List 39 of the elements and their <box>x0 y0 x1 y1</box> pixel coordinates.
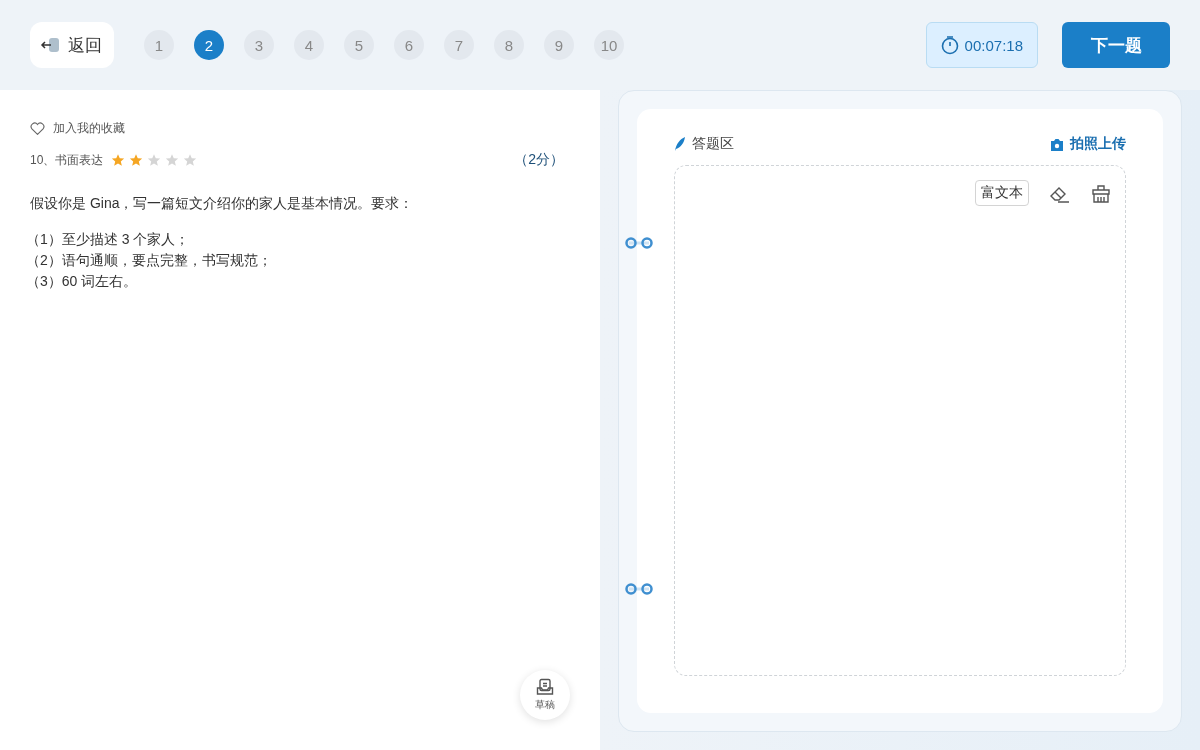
back-button[interactable]: 返回 <box>30 22 114 68</box>
question-number-button[interactable]: 1 <box>144 30 174 60</box>
timer: 00:07:18 <box>925 22 1038 68</box>
question-number-button[interactable]: 6 <box>394 30 424 60</box>
question-prompt: 假设你是 Gina，写一篇短文介绍你的家人是基本情况。要求： <box>30 195 415 213</box>
question-number-button[interactable]: 9 <box>544 30 574 60</box>
favorite-link[interactable]: 加入我的收藏 <box>53 120 125 137</box>
back-arrow-icon <box>40 36 60 54</box>
heart-icon[interactable] <box>30 122 45 135</box>
binder-ring-icon <box>625 237 653 249</box>
question-number-button[interactable]: 8 <box>494 30 524 60</box>
binder-ring-icon <box>625 583 653 595</box>
stopwatch-icon <box>940 35 959 55</box>
rich-text-button[interactable]: 富文本 <box>975 180 1029 206</box>
draft-tray-icon <box>536 678 554 696</box>
requirement-text: （2）语句通顺，要点完整，书写规范； <box>26 251 273 270</box>
photo-upload-button[interactable]: 拍照上传 <box>1050 135 1126 153</box>
camera-icon <box>1050 137 1064 151</box>
star-icon <box>111 153 126 167</box>
brush-icon[interactable] <box>1091 184 1111 204</box>
question-number-button[interactable]: 10 <box>594 30 624 60</box>
draft-button[interactable]: 草稿 <box>520 670 570 720</box>
question-number-button[interactable]: 2 <box>194 30 224 60</box>
question-number-button[interactable]: 4 <box>294 30 324 60</box>
requirement-text: （1）至少描述 3 个家人； <box>26 230 191 249</box>
requirement-text: （3）60 词左右。 <box>26 272 139 291</box>
feather-icon <box>674 137 686 151</box>
star-icon <box>129 153 144 167</box>
question-title: 10、书面表达 <box>30 151 104 169</box>
answer-area-title: 答题区 <box>692 135 734 153</box>
question-number-button[interactable]: 5 <box>344 30 374 60</box>
next-question-button[interactable]: 下一题 <box>1062 22 1170 68</box>
star-icon <box>165 153 180 167</box>
question-number-button[interactable]: 7 <box>444 30 474 60</box>
star-icon <box>147 153 162 167</box>
star-icon <box>183 153 198 167</box>
answer-field[interactable]: 富文本 <box>674 165 1126 676</box>
question-number-button[interactable]: 3 <box>244 30 274 60</box>
score-label: （2分） <box>514 151 564 169</box>
